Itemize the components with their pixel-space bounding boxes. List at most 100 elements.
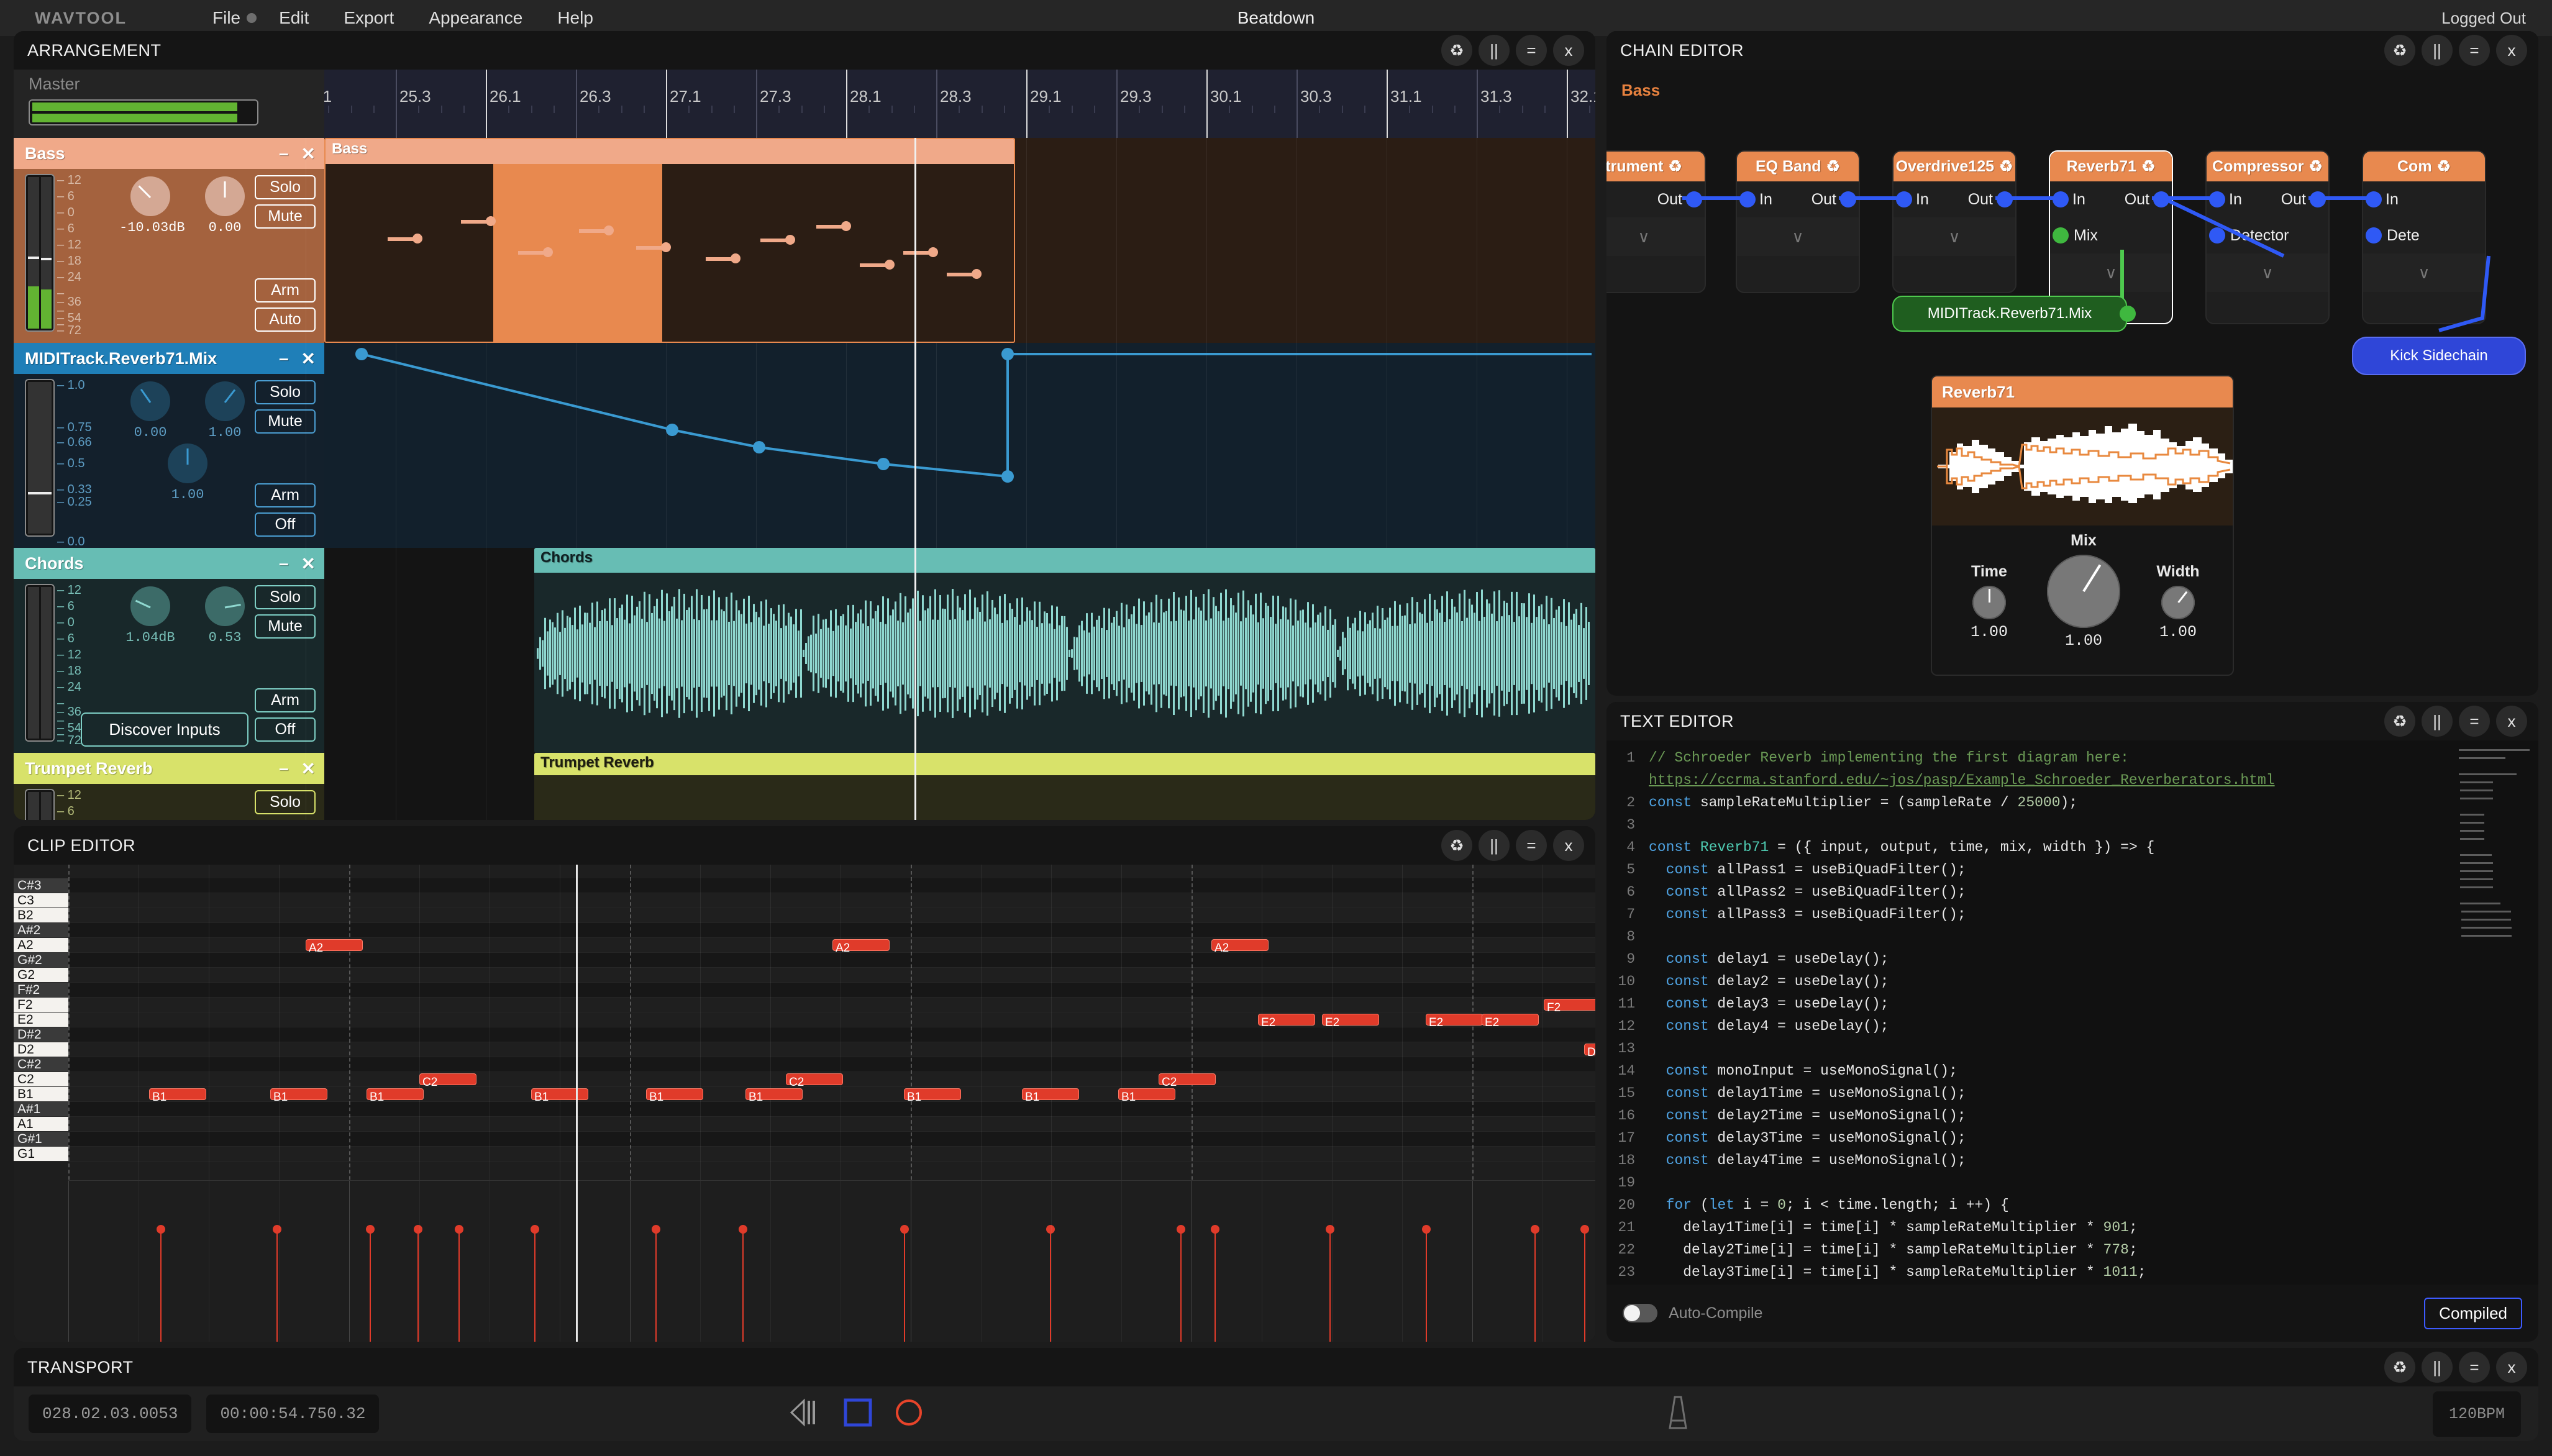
dete-port[interactable]	[2366, 227, 2382, 243]
track-knob[interactable]: 0.00	[119, 381, 181, 440]
code-line[interactable]: 11 const delay3 = useDelay();	[1606, 993, 2538, 1015]
pause-icon[interactable]: ||	[2422, 1352, 2453, 1383]
code-line[interactable]: 10 const delay2 = useDelay();	[1606, 970, 2538, 993]
note-row[interactable]	[68, 908, 1595, 923]
midi-note[interactable]: E2	[1426, 1014, 1483, 1026]
piano-key-F2[interactable]: F2	[14, 998, 68, 1012]
close-icon[interactable]: x	[2496, 706, 2527, 737]
line-text[interactable]: const delay4Time = useMonoSignal();	[1649, 1149, 2538, 1172]
line-text[interactable]: const allPass3 = useBiQuadFilter();	[1649, 903, 2538, 926]
code-line[interactable]: 17 const delay3Time = useMonoSignal();	[1606, 1127, 2538, 1149]
knob-dial[interactable]	[130, 586, 170, 626]
piano-key-C2[interactable]: C2	[14, 1072, 68, 1087]
close-icon[interactable]: x	[1553, 830, 1584, 861]
close-icon[interactable]: x	[2496, 1352, 2527, 1383]
track-knob[interactable]: 0.00	[194, 176, 256, 235]
velocity-stem[interactable]	[655, 1230, 657, 1342]
velocity-handle[interactable]	[1177, 1225, 1185, 1234]
line-text[interactable]	[1649, 1172, 2538, 1194]
metronome-icon[interactable]	[1664, 1393, 1692, 1435]
line-text[interactable]: const monoInput = useMonoSignal();	[1649, 1060, 2538, 1082]
velocity-stem[interactable]	[417, 1230, 419, 1342]
velocity-handle[interactable]	[900, 1225, 909, 1234]
code-line[interactable]: 22 delay2Time[i] = time[i] * sampleRateM…	[1606, 1239, 2538, 1261]
velocity-stem[interactable]	[1329, 1230, 1331, 1342]
midi-note[interactable]: C2	[1159, 1073, 1216, 1085]
note-row[interactable]	[68, 1117, 1595, 1132]
velocity-stem[interactable]	[1534, 1230, 1536, 1342]
velocity-handle[interactable]	[652, 1225, 660, 1234]
clip-playhead[interactable]	[576, 865, 578, 1342]
line-text[interactable]: delay1Time[i] = time[i] * sampleRateMult…	[1649, 1216, 2538, 1239]
piano-key-Cs2[interactable]: C#2	[14, 1057, 68, 1072]
pause-icon[interactable]: ||	[1479, 830, 1510, 861]
clip-chords[interactable]: Chords	[534, 548, 1595, 753]
line-text[interactable]: const delay3 = useDelay();	[1649, 993, 2538, 1015]
piano-key-Gs2[interactable]: G#2	[14, 953, 68, 968]
midi-note[interactable]: C2	[419, 1073, 476, 1085]
piano-keys[interactable]: C#3C3B2A#2A2G#2G2F#2F2E2D#2D2C#2C2B1A#1A…	[14, 865, 68, 1342]
track-knob[interactable]: 1.00	[157, 444, 219, 503]
piano-key-A2[interactable]: A2	[14, 938, 68, 953]
chain-node-eq-band[interactable]: EQ Band♻InOut∨	[1736, 150, 1860, 293]
track-title-bar[interactable]: Chords–✕	[14, 548, 324, 579]
midi-note[interactable]: B1	[531, 1088, 588, 1100]
playhead[interactable]	[914, 138, 916, 820]
piano-key-B2[interactable]: B2	[14, 908, 68, 923]
line-text[interactable]: for (let i = 0; i < time.length; i ++) {	[1649, 1194, 2538, 1216]
code-line[interactable]: 6 const allPass2 = useBiQuadFilter();	[1606, 881, 2538, 903]
code-minimap[interactable]	[2459, 747, 2532, 952]
chain-node-midi-reverb-mix[interactable]: MIDITrack.Reverb71.Mix	[1892, 296, 2127, 332]
note-row[interactable]	[68, 923, 1595, 938]
plugin-knob-time[interactable]: Time 1.00	[1946, 563, 2033, 641]
code-line[interactable]: 13	[1606, 1037, 2538, 1060]
code-line[interactable]: 14 const monoInput = useMonoSignal();	[1606, 1060, 2538, 1082]
midi-note[interactable]: C2	[786, 1073, 843, 1085]
piano-key-G2[interactable]: G2	[14, 968, 68, 983]
track-solo-button[interactable]: Solo	[255, 175, 316, 199]
velocity-stem[interactable]	[276, 1230, 278, 1342]
velocity-handle[interactable]	[366, 1225, 375, 1234]
track-lane[interactable]: Trumpet Reverb	[324, 753, 1595, 820]
velocity-handle[interactable]	[414, 1225, 422, 1234]
piano-key-D2[interactable]: D2	[14, 1042, 68, 1057]
minimize-icon[interactable]: –	[279, 348, 289, 369]
code-line[interactable]: 16 const delay2Time = useMonoSignal();	[1606, 1104, 2538, 1127]
velocity-handle[interactable]	[273, 1225, 281, 1234]
track-arm-button[interactable]: Arm	[255, 278, 316, 303]
velocity-stem[interactable]	[904, 1230, 905, 1342]
mix-port[interactable]	[2053, 227, 2069, 243]
chevron-down-icon[interactable]: ∨	[2207, 253, 2328, 292]
midi-note[interactable]: E2	[1482, 1014, 1539, 1026]
clip-trumpet-reverb[interactable]: Trumpet Reverb	[534, 753, 1595, 820]
code-line[interactable]: 3	[1606, 814, 2538, 836]
auto-compile-toggle[interactable]	[1623, 1304, 1657, 1322]
midi-note[interactable]: A2	[306, 939, 363, 951]
velocity-handle[interactable]	[1580, 1225, 1589, 1234]
code-line[interactable]: 2const sampleRateMultiplier = (sampleRat…	[1606, 791, 2538, 814]
velocity-stem[interactable]	[160, 1230, 162, 1342]
code-line[interactable]: 18 const delay4Time = useMonoSignal();	[1606, 1149, 2538, 1172]
recycle-icon[interactable]: ♻	[1826, 157, 1840, 176]
code-line[interactable]: 19	[1606, 1172, 2538, 1194]
line-text[interactable]	[1649, 926, 2538, 948]
midi-note[interactable]: D2	[1584, 1044, 1595, 1055]
chevron-down-icon[interactable]: ∨	[2363, 253, 2485, 292]
track-off-button[interactable]: Off	[255, 512, 316, 537]
velocity-handle[interactable]	[455, 1225, 463, 1234]
piano-key-C3[interactable]: C3	[14, 893, 68, 908]
recycle-icon[interactable]: ♻	[1999, 157, 2013, 176]
midi-note[interactable]: B1	[904, 1088, 961, 1100]
track-arm-button[interactable]: Arm	[255, 483, 316, 507]
record-icon[interactable]	[895, 1398, 923, 1430]
recycle-icon[interactable]: ♻	[2384, 1352, 2415, 1383]
velocity-handle[interactable]	[1326, 1225, 1334, 1234]
piano-key-G1[interactable]: G1	[14, 1147, 68, 1162]
track-solo-button[interactable]: Solo	[255, 380, 316, 404]
code-line[interactable]: 8	[1606, 926, 2538, 948]
chain-node-trument[interactable]: trument♻Out∨	[1606, 150, 1706, 293]
line-text[interactable]: const delay1Time = useMonoSignal();	[1649, 1082, 2538, 1104]
recycle-icon[interactable]: ♻	[1441, 35, 1472, 66]
close-icon[interactable]: ✕	[301, 758, 316, 779]
recycle-icon[interactable]: ♻	[2384, 706, 2415, 737]
